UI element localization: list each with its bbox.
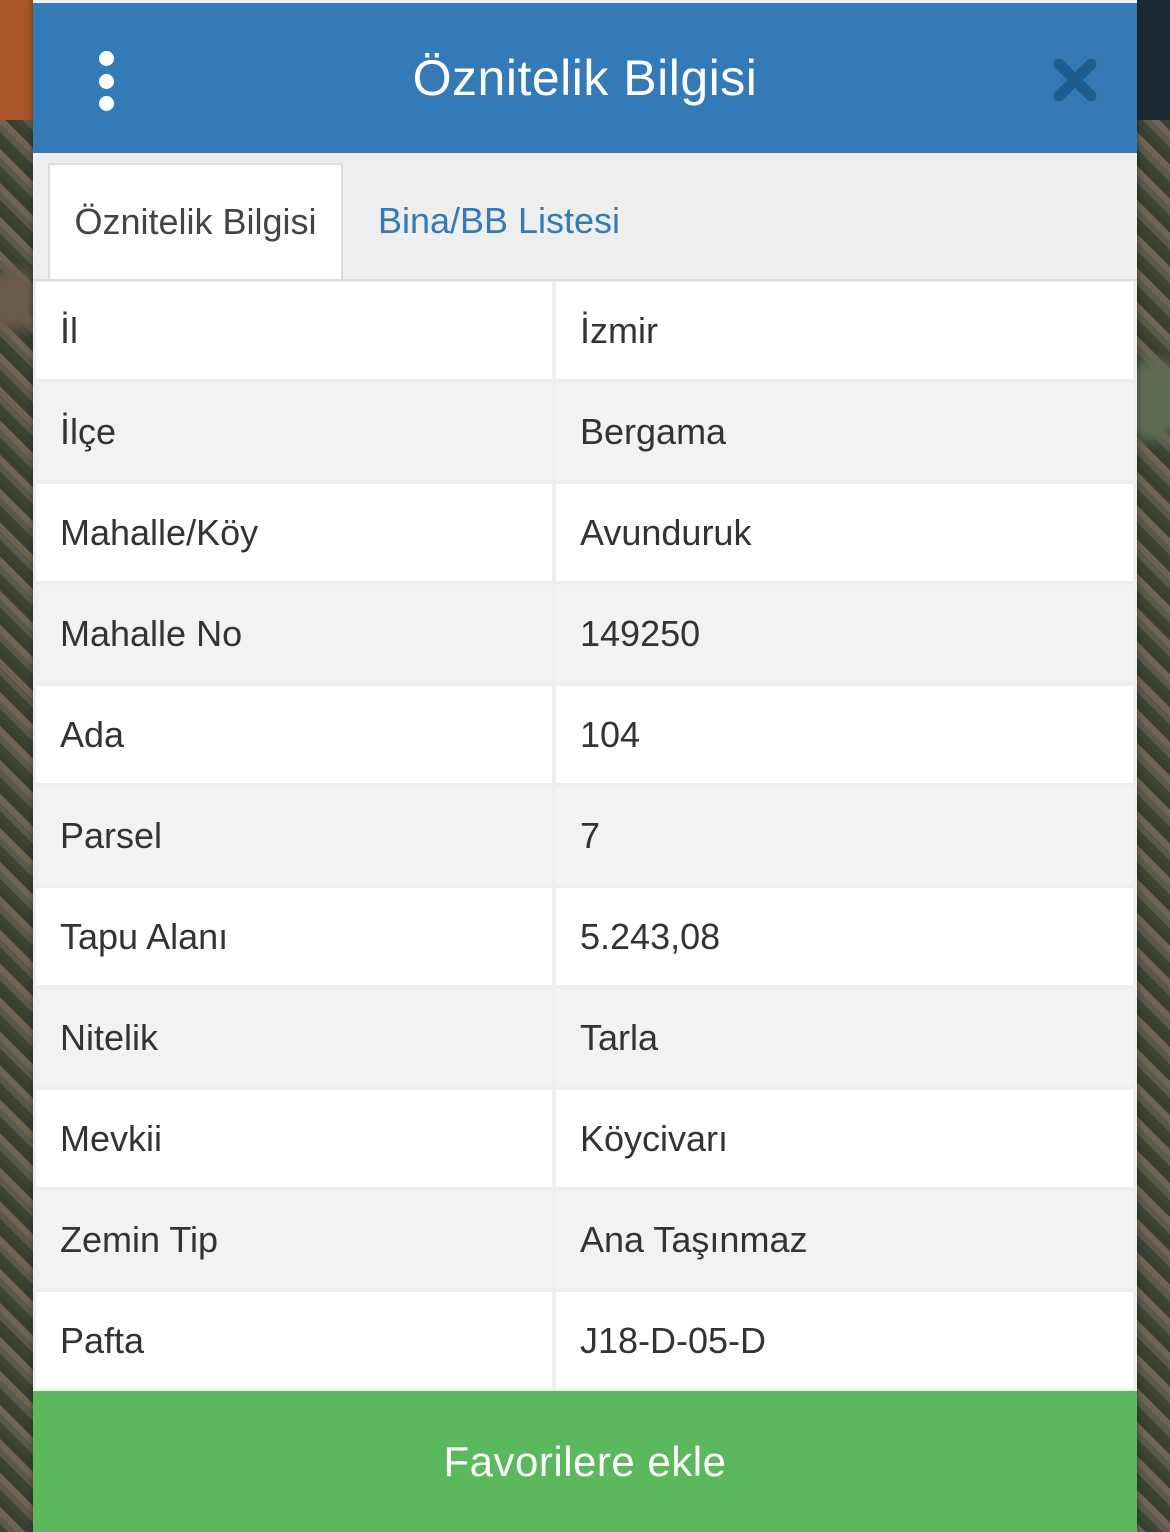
attribute-value: İzmir xyxy=(556,282,1133,379)
attribute-key: Zemin Tip xyxy=(36,1191,552,1288)
menu-dot-icon xyxy=(98,73,114,89)
table-row: Pafta J18-D-05-D xyxy=(33,1290,1137,1391)
attribute-key: Parsel xyxy=(36,787,552,884)
attribute-value: Ana Taşınmaz xyxy=(556,1191,1133,1288)
menu-dot-icon xyxy=(98,96,114,111)
close-button[interactable] xyxy=(1053,58,1097,102)
table-row: Zemin Tip Ana Taşınmaz xyxy=(33,1189,1137,1290)
table-row: Ada 104 xyxy=(33,684,1137,785)
attribute-value: Tarla xyxy=(556,989,1133,1086)
tab-building-list[interactable]: Bina/BB Listesi xyxy=(355,163,643,279)
panel-title: Öznitelik Bilgisi xyxy=(412,50,758,106)
attribute-key: İl xyxy=(36,282,552,379)
attribute-info-panel: Öznitelik Bilgisi Öznitelik Bilgisi Bina… xyxy=(33,0,1137,1532)
attribute-key: İlçe xyxy=(36,383,552,480)
menu-dot-icon xyxy=(98,51,114,66)
attribute-key: Mevkii xyxy=(36,1090,552,1187)
table-row: Tapu Alanı 5.243,08 xyxy=(33,886,1137,987)
panel-header: Öznitelik Bilgisi xyxy=(33,3,1137,153)
add-to-favorites-button[interactable]: Favorilere ekle xyxy=(33,1391,1137,1532)
attribute-value: 5.243,08 xyxy=(556,888,1133,985)
close-icon xyxy=(1053,58,1097,102)
tab-bar: Öznitelik Bilgisi Bina/BB Listesi xyxy=(33,153,1137,281)
attribute-value: 104 xyxy=(556,686,1133,783)
table-row: Parsel 7 xyxy=(33,785,1137,886)
attribute-key: Pafta xyxy=(36,1292,552,1389)
attribute-value: J18-D-05-D xyxy=(556,1292,1133,1389)
attribute-value: 7 xyxy=(556,787,1133,884)
table-row: Mahalle/Köy Avunduruk xyxy=(33,482,1137,583)
attribute-key: Mahalle No xyxy=(36,585,552,682)
attribute-value: Köycivarı xyxy=(556,1090,1133,1187)
attribute-key: Ada xyxy=(36,686,552,783)
table-row: Mahalle No 149250 xyxy=(33,583,1137,684)
attribute-value: Avunduruk xyxy=(556,484,1133,581)
attribute-key: Tapu Alanı xyxy=(36,888,552,985)
attribute-key: Nitelik xyxy=(36,989,552,1086)
menu-button[interactable] xyxy=(88,51,124,111)
attribute-value: 149250 xyxy=(556,585,1133,682)
table-row: İl İzmir xyxy=(33,280,1137,381)
table-row: Mevkii Köycivarı xyxy=(33,1088,1137,1189)
attribute-table: İl İzmir İlçe Bergama Mahalle/Köy Avunduruk Ma… xyxy=(33,280,1137,1391)
attribute-value: Bergama xyxy=(556,383,1133,480)
attribute-key: Mahalle/Köy xyxy=(36,484,552,581)
tab-attribute-info[interactable]: Öznitelik Bilgisi xyxy=(48,163,343,279)
table-row: Nitelik Tarla xyxy=(33,987,1137,1088)
table-row: İlçe Bergama xyxy=(33,381,1137,482)
